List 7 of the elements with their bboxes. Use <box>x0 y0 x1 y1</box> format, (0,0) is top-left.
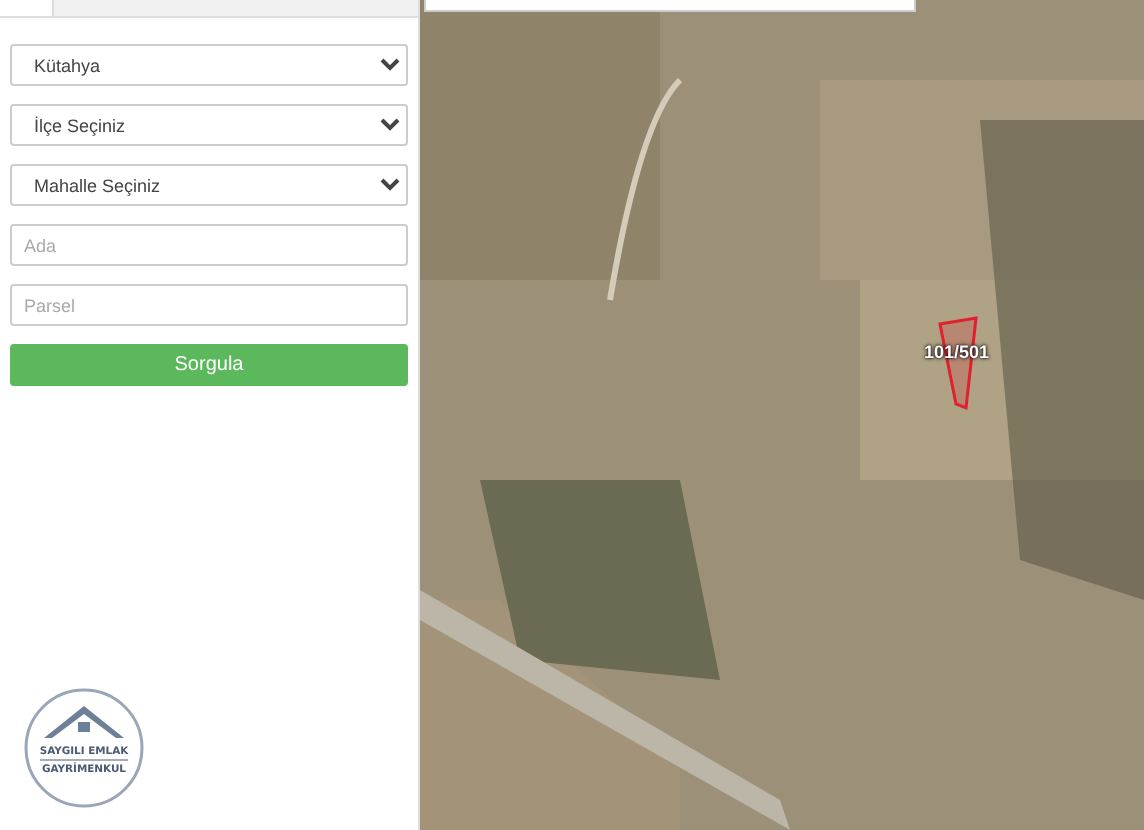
input-field[interactable]: Ada <box>10 224 408 266</box>
tab[interactable] <box>0 0 54 16</box>
dropdown-field[interactable]: Kütahya <box>10 44 408 86</box>
dropdown-field[interactable]: İlçe Seçiniz <box>10 104 408 146</box>
input-field[interactable]: Parsel <box>10 284 408 326</box>
map-search-bar[interactable] <box>424 0 916 12</box>
dropdown-field[interactable]: Mahalle Seçiniz <box>10 164 408 206</box>
